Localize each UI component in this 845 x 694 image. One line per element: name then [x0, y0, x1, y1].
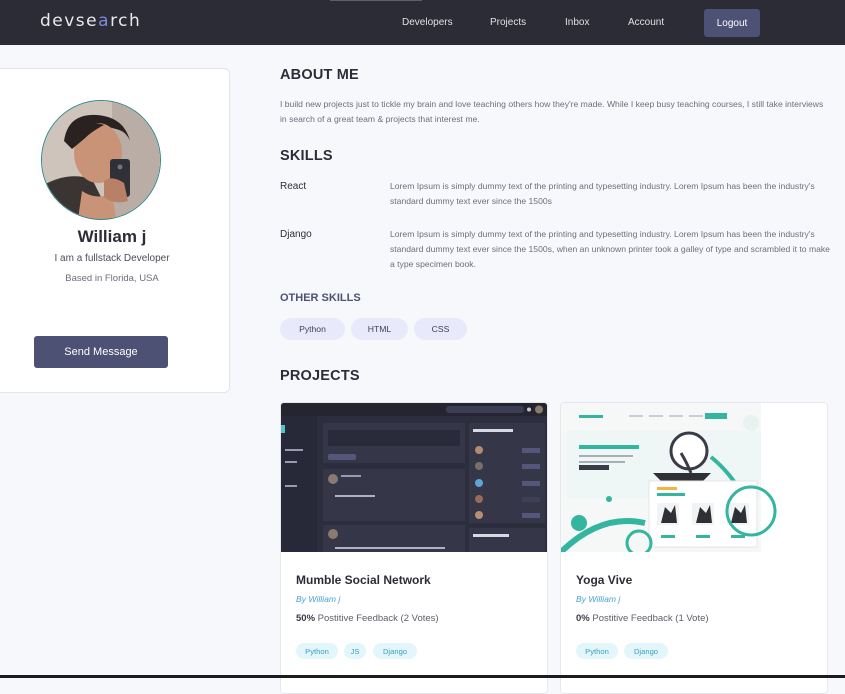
nav-developers[interactable]: Developers: [402, 17, 453, 28]
tag-django: Django: [624, 643, 668, 659]
avatar-photo: [42, 101, 160, 219]
project-card-yoga-vive[interactable]: Yoga Vive By William j 0% Postitive Feed…: [560, 402, 828, 694]
project-title[interactable]: Mumble Social Network: [296, 573, 431, 587]
project-thumbnail[interactable]: [561, 403, 827, 552]
nav-inbox[interactable]: Inbox: [565, 17, 589, 28]
projects-heading: PROJECTS: [280, 368, 360, 384]
nav-projects[interactable]: Projects: [490, 17, 526, 28]
mumble-screenshot: [281, 403, 547, 552]
header-divider: [330, 0, 422, 1]
nav-account[interactable]: Account: [628, 17, 664, 28]
skill-desc-django: Lorem Ipsum is simply dummy text of the …: [390, 229, 830, 269]
project-feedback: 50% Postitive Feedback (2 Votes): [296, 613, 439, 624]
profile-tagline: I am a fullstack Developer: [54, 253, 170, 264]
skill-name-react: React: [280, 181, 307, 192]
other-skills-heading: OTHER SKILLS: [280, 292, 361, 304]
tag-python: Python: [576, 643, 618, 659]
logo-text-left: devse: [40, 11, 99, 31]
project-author-link[interactable]: By William j: [296, 594, 340, 604]
project-author-link[interactable]: By William j: [576, 594, 620, 604]
feedback-percent: 0%: [576, 613, 590, 624]
top-navbar: devsearch Developers Projects Inbox Acco…: [0, 0, 845, 45]
skill-chip-python: Python: [280, 318, 345, 340]
logo-text-right: rch: [110, 11, 142, 31]
skill-desc-react: Lorem Ipsum is simply dummy text of the …: [390, 181, 815, 206]
profile-card: William j I am a fullstack Developer Bas…: [0, 68, 230, 393]
project-title[interactable]: Yoga Vive: [576, 573, 632, 587]
skill-name-django: Django: [280, 229, 312, 240]
feedback-percent: 50%: [296, 613, 316, 624]
about-text: I build new projects just to tickle my b…: [280, 99, 824, 124]
skill-chip-css: CSS: [414, 318, 467, 340]
site-logo[interactable]: devsearch: [40, 11, 141, 31]
skill-chip-html: HTML: [351, 318, 408, 340]
avatar: [41, 100, 161, 220]
project-card-mumble[interactable]: Mumble Social Network By William j 50% P…: [280, 402, 548, 694]
feedback-text: Postitive Feedback (2 Votes): [315, 613, 439, 624]
about-heading: ABOUT ME: [280, 67, 359, 83]
logout-button[interactable]: Logout: [704, 9, 760, 37]
tag-django: Django: [373, 643, 417, 659]
yoga-vive-screenshot: [561, 403, 827, 552]
feedback-text: Postitive Feedback (1 Vote): [589, 613, 709, 624]
profile-location: Based in Florida, USA: [65, 273, 159, 284]
tag-js: JS: [344, 643, 366, 659]
tag-python: Python: [296, 643, 338, 659]
logo-search-glyph: a: [98, 11, 111, 31]
profile-name: William j: [77, 227, 147, 246]
project-thumbnail[interactable]: [281, 403, 547, 552]
project-feedback: 0% Postitive Feedback (1 Vote): [576, 613, 709, 624]
send-message-button[interactable]: Send Message: [34, 336, 168, 368]
skills-heading: SKILLS: [280, 148, 333, 164]
